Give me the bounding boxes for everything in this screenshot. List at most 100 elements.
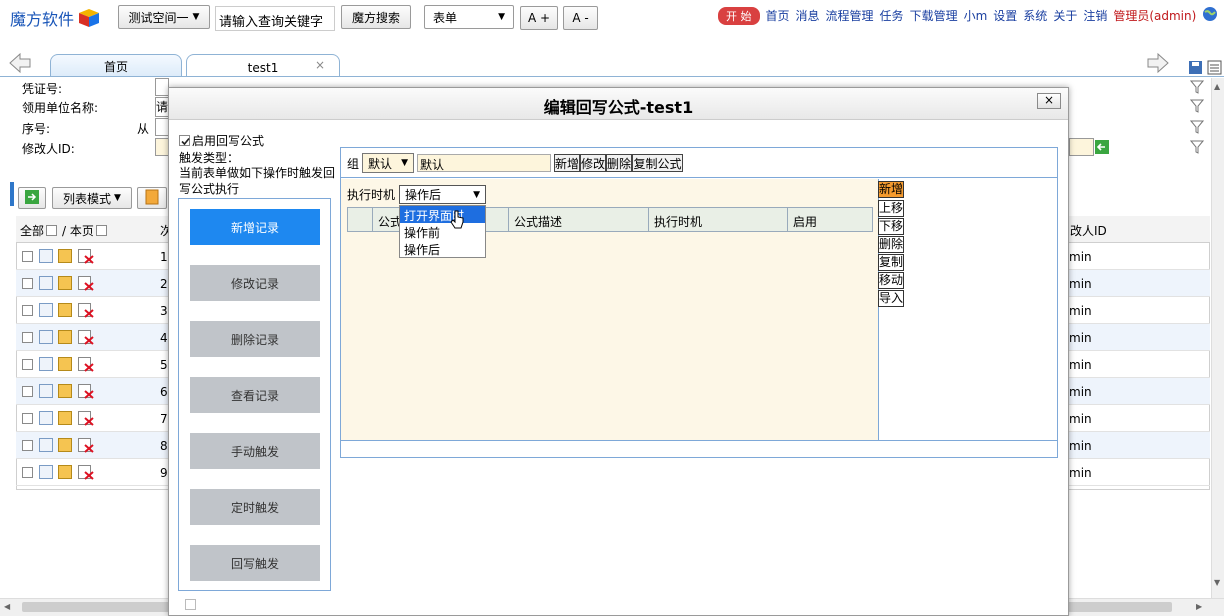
row-checkbox[interactable]: [22, 413, 33, 424]
group-select[interactable]: 默认 ▼: [362, 153, 414, 173]
enable-formula-checkbox[interactable]: [179, 135, 190, 146]
dialog-close-button[interactable]: ×: [1037, 93, 1061, 109]
edit-record-icon[interactable]: [58, 249, 72, 263]
search-button[interactable]: 魔方搜索: [341, 5, 411, 29]
view-detail-icon[interactable]: [39, 357, 53, 371]
nav-system[interactable]: 系统: [1023, 7, 1047, 24]
delete-record-icon[interactable]: [78, 330, 94, 348]
group-add-button[interactable]: 新增: [554, 154, 580, 172]
view-detail-icon[interactable]: [39, 438, 53, 452]
bottom-checkbox[interactable]: [185, 599, 196, 610]
option-before[interactable]: 操作前: [400, 223, 485, 240]
view-detail-icon[interactable]: [39, 330, 53, 344]
select-page-checkbox[interactable]: [95, 225, 107, 236]
scroll-left-icon[interactable]: ◀: [4, 602, 10, 611]
side-move-up-button[interactable]: 上移: [878, 200, 904, 217]
trigger-manual[interactable]: 手动触发: [190, 433, 320, 469]
delete-record-icon[interactable]: [78, 249, 94, 267]
trigger-scheduled[interactable]: 定时触发: [190, 489, 320, 525]
filter-right-input[interactable]: [1069, 138, 1094, 156]
workspace-select[interactable]: 测试空间一 ▼: [118, 5, 210, 29]
back-arrow-icon[interactable]: [8, 52, 32, 77]
nav-home[interactable]: 首页: [766, 7, 790, 24]
trigger-view-record[interactable]: 查看记录: [190, 377, 320, 413]
side-import-button[interactable]: 导入: [878, 290, 904, 307]
trigger-edit-record[interactable]: 修改记录: [190, 265, 320, 301]
font-larger-button[interactable]: A +: [520, 6, 558, 30]
filter-funnel-icon[interactable]: [1189, 120, 1205, 137]
filter-funnel-icon[interactable]: [1189, 140, 1205, 157]
edit-record-icon[interactable]: [58, 465, 72, 479]
nav-messages[interactable]: 消息: [796, 7, 820, 24]
row-checkbox[interactable]: [22, 332, 33, 343]
exec-timing-select[interactable]: 操作后 ▼: [399, 185, 486, 204]
list-mode-button[interactable]: 列表模式 ▼: [52, 187, 132, 209]
edit-record-icon[interactable]: [58, 276, 72, 290]
nav-about[interactable]: 关于: [1053, 7, 1077, 24]
side-add-button[interactable]: 新增: [878, 181, 904, 198]
nav-settings[interactable]: 设置: [993, 7, 1017, 24]
row-checkbox[interactable]: [22, 305, 33, 316]
row-checkbox[interactable]: [22, 359, 33, 370]
layout-icon[interactable]: [1207, 60, 1222, 78]
scroll-down-icon[interactable]: ▼: [1214, 578, 1220, 587]
side-delete-button[interactable]: 删除: [878, 236, 904, 253]
view-detail-icon[interactable]: [39, 249, 53, 263]
row-checkbox[interactable]: [22, 386, 33, 397]
select-all-checkbox[interactable]: [46, 225, 58, 236]
report-button[interactable]: [137, 187, 167, 209]
trigger-writeback[interactable]: 回写触发: [190, 545, 320, 581]
edit-record-icon[interactable]: [58, 330, 72, 344]
side-copy-button[interactable]: 复制: [878, 254, 904, 271]
delete-record-icon[interactable]: [78, 276, 94, 294]
refresh-icon[interactable]: [1095, 140, 1109, 157]
forward-arrow-icon[interactable]: [1146, 52, 1170, 77]
side-move-button[interactable]: 移动: [878, 272, 904, 289]
view-detail-icon[interactable]: [39, 276, 53, 290]
row-checkbox[interactable]: [22, 467, 33, 478]
scroll-right-icon[interactable]: ▶: [1196, 602, 1202, 611]
tab-close-icon[interactable]: ×: [315, 58, 325, 72]
font-smaller-button[interactable]: A -: [563, 6, 598, 30]
tab-home[interactable]: 首页: [50, 54, 182, 77]
delete-record-icon[interactable]: [78, 357, 94, 375]
row-checkbox[interactable]: [22, 251, 33, 262]
filter-seq-input[interactable]: [155, 118, 169, 136]
view-detail-icon[interactable]: [39, 384, 53, 398]
filter-dept-input[interactable]: 请: [155, 97, 169, 117]
nav-xiaom[interactable]: 小m: [964, 7, 988, 24]
row-checkbox[interactable]: [22, 278, 33, 289]
view-detail-icon[interactable]: [39, 465, 53, 479]
row-checkbox[interactable]: [22, 440, 33, 451]
nav-tasks[interactable]: 任务: [880, 7, 904, 24]
left-collapse-handle[interactable]: [10, 182, 14, 206]
start-button[interactable]: 开 始: [718, 6, 760, 25]
delete-record-icon[interactable]: [78, 411, 94, 429]
edit-record-icon[interactable]: [58, 303, 72, 317]
admin-user[interactable]: 管理员(admin): [1113, 7, 1196, 24]
trigger-add-record[interactable]: 新增记录: [190, 209, 320, 245]
nav-downloads[interactable]: 下载管理: [910, 7, 958, 24]
edit-record-icon[interactable]: [58, 384, 72, 398]
view-detail-icon[interactable]: [39, 411, 53, 425]
filter-modifier-input[interactable]: [155, 138, 169, 156]
delete-record-icon[interactable]: [78, 303, 94, 321]
group-copy-button[interactable]: 复制公式: [632, 154, 683, 172]
delete-record-icon[interactable]: [78, 384, 94, 402]
edit-record-icon[interactable]: [58, 357, 72, 371]
search-input[interactable]: 请输入查询关键字: [215, 6, 335, 31]
delete-record-icon[interactable]: [78, 438, 94, 456]
view-detail-icon[interactable]: [39, 303, 53, 317]
edit-record-icon[interactable]: [58, 438, 72, 452]
nav-logout[interactable]: 注销: [1083, 7, 1107, 24]
form-select[interactable]: 表单 ▼: [424, 5, 514, 29]
edit-record-icon[interactable]: [58, 411, 72, 425]
filter-funnel-icon[interactable]: [1189, 99, 1205, 116]
filter-funnel-icon[interactable]: [1189, 80, 1205, 97]
save-icon[interactable]: [1188, 60, 1203, 78]
option-open-page[interactable]: 打开界面时: [400, 206, 485, 223]
tab-test1[interactable]: test1 ×: [186, 54, 340, 77]
globe-icon[interactable]: [1202, 6, 1218, 25]
export-button[interactable]: [18, 187, 46, 209]
scroll-up-icon[interactable]: ▲: [1214, 82, 1220, 91]
